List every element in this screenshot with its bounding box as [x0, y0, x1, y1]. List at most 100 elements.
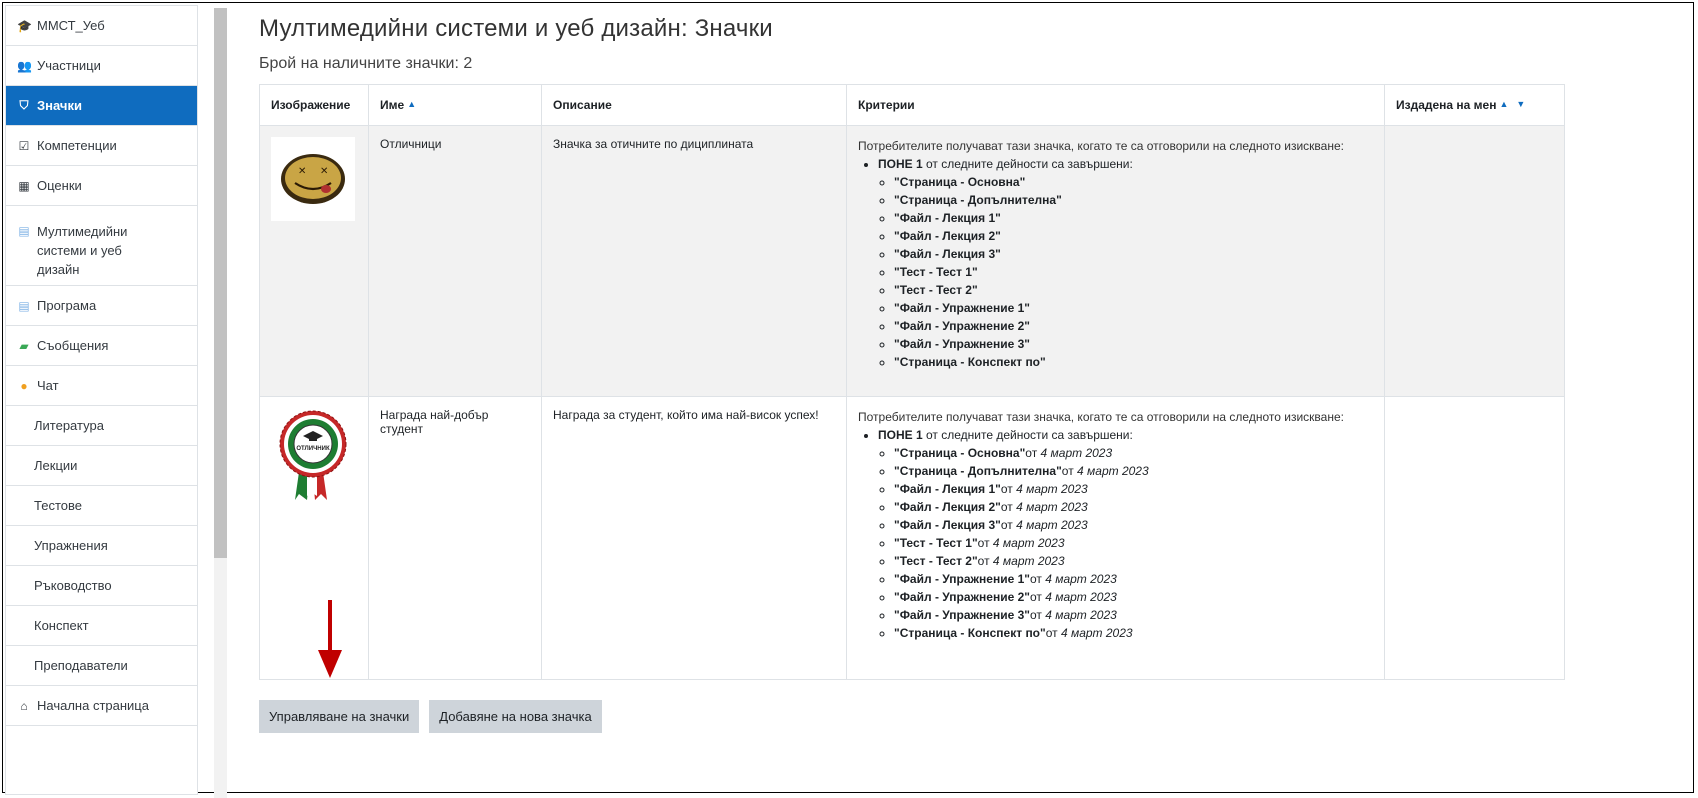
badge-name[interactable]: Награда най-добър студент: [368, 396, 542, 680]
activity-name: "Страница - Допълнителна": [894, 464, 1062, 478]
activity-date-prefix: от: [1000, 482, 1017, 496]
badge-name-link[interactable]: Отличници: [380, 137, 441, 151]
criteria-rule: ПОНЕ 1 от следните дейности са завършени…: [878, 155, 1373, 371]
sidebar-item-label: Оценки: [37, 178, 82, 193]
sidebar-item-announcements[interactable]: ▰ Съобщения: [6, 326, 197, 366]
activity-date-prefix: от: [1029, 572, 1046, 586]
shield-icon: ⛉: [19, 98, 29, 112]
page-title: Мултимедийни системи и уеб дизайн: Значк…: [259, 15, 773, 42]
activity-item: "Файл - Лекция 2": [894, 227, 1373, 245]
activity-item: "Страница - Конспект по": [894, 353, 1373, 371]
sidebar-item-exercises[interactable]: Упражнения: [6, 526, 197, 566]
activity-item: "Страница - Основна"от 4 март 2023: [894, 444, 1373, 462]
activity-name: "Тест - Тест 2": [894, 554, 978, 568]
activity-date-prefix: от: [1000, 518, 1017, 532]
sidebar-item-chat[interactable]: ● Чат: [6, 366, 197, 406]
svg-text:✕: ✕: [320, 166, 328, 177]
column-header-label[interactable]: Издадена на мен: [1396, 98, 1496, 112]
smiley-badge-image[interactable]: ✕ ✕: [271, 137, 355, 221]
activity-name: "Страница - Допълнителна": [894, 193, 1062, 207]
manage-badges-button[interactable]: Управляване на значки: [259, 700, 420, 733]
activity-item: "Файл - Лекция 1": [894, 209, 1373, 227]
activity-item: "Файл - Упражнение 1"от 4 март 2023: [894, 570, 1373, 588]
scrollbar-thumb[interactable]: [214, 8, 227, 558]
sidebar-item-guide[interactable]: Ръководство: [6, 566, 197, 606]
activity-date: 4 март 2023: [992, 536, 1065, 550]
column-header-name[interactable]: Име ▲: [368, 84, 542, 126]
activity-item: "Страница - Допълнителна"от 4 март 2023: [894, 462, 1373, 480]
sidebar-item-tests[interactable]: Тестове: [6, 486, 197, 526]
table-header-row: Изображение Име ▲ Описание Критерии Издад…: [259, 84, 1565, 126]
sidebar-item-label: Литература: [34, 418, 104, 433]
activity-date: 4 март 2023: [1045, 590, 1117, 604]
activity-item: "Страница - Основна": [894, 173, 1373, 191]
activity-item: "Тест - Тест 2": [894, 281, 1373, 299]
badge-description-text: Значка за отичните по дициплината: [553, 137, 754, 151]
activity-date: 4 март 2023: [1045, 572, 1117, 586]
activity-name: "Файл - Лекция 2": [894, 229, 1001, 243]
sidebar-item-label: Конспект: [34, 618, 89, 633]
activity-date-prefix: от: [1029, 608, 1046, 622]
badge-name-link[interactable]: Награда най-добър студент: [380, 408, 488, 436]
activity-name: "Файл - Лекция 2": [894, 500, 1001, 514]
activity-name: "Файл - Лекция 1": [894, 482, 1001, 496]
sidebar-item-label: Лекции: [34, 458, 78, 473]
sidebar-item-label: Начална страница: [37, 698, 149, 713]
activity-item: "Файл - Упражнение 1": [894, 299, 1373, 317]
activity-date-prefix: от: [977, 536, 993, 550]
sidebar-item-home[interactable]: ⌂ Начална страница: [6, 686, 197, 726]
activity-date-prefix: от: [1029, 590, 1046, 604]
activity-name: "Файл - Упражнение 1": [894, 301, 1030, 315]
sidebar-item-label: Значки: [37, 98, 82, 113]
sidebar-item-badges[interactable]: ⛉ Значки: [6, 86, 197, 126]
folder-icon: ▤: [18, 298, 30, 313]
activity-item: "Файл - Лекция 2"от 4 март 2023: [894, 498, 1373, 516]
sidebar-item-synopsis[interactable]: Конспект: [6, 606, 197, 646]
add-badge-button[interactable]: Добавяне на нова значка: [429, 700, 602, 733]
criteria-rule-bold: ПОНЕ 1: [878, 157, 923, 171]
sidebar-item-participants[interactable]: 👥 Участници: [6, 46, 197, 86]
activity-date-prefix: от: [1000, 500, 1017, 514]
sidebar-item-label: Програма: [37, 298, 97, 313]
rosette-badge-text: ОТЛИЧНИК: [296, 446, 330, 452]
criteria-intro: Потребителите получават тази значка, ког…: [858, 139, 1344, 153]
checkbox-icon: ☑: [18, 138, 30, 153]
sort-asc-icon[interactable]: ▲: [1499, 99, 1508, 109]
sidebar-item-course[interactable]: 🎓 ММСТ_Уеб: [6, 6, 197, 46]
sidebar-item-teachers[interactable]: Преподаватели: [6, 646, 197, 686]
sidebar-item-label: Ръководство: [34, 578, 112, 593]
activity-item: "Файл - Лекция 3"от 4 март 2023: [894, 516, 1373, 534]
column-header-label: Критерии: [858, 98, 915, 112]
sidebar-item-lectures[interactable]: Лекции: [6, 446, 197, 486]
sidebar-item-grades[interactable]: ▦ Оценки: [6, 166, 197, 206]
sidebar-item-literature[interactable]: Литература: [6, 406, 197, 446]
badge-criteria: Потребителите получават тази значка, ког…: [846, 125, 1385, 397]
activity-item: "Страница - Допълнителна": [894, 191, 1373, 209]
badge-name[interactable]: Отличници: [368, 125, 542, 397]
column-header-issued[interactable]: Издадена на мен ▲ ▼: [1384, 84, 1565, 126]
column-header-label[interactable]: Име: [380, 98, 404, 112]
activity-date-prefix: от: [977, 554, 993, 568]
sidebar-scrollbar[interactable]: [214, 8, 227, 798]
badge-actions: Управляване на значки Добавяне на нова з…: [259, 700, 602, 733]
rosette-badge-image[interactable]: ОТЛИЧНИК: [271, 408, 355, 504]
red-arrow-annotation: [318, 600, 342, 678]
sidebar-item-label: Участници: [37, 58, 101, 73]
activity-item: "Тест - Тест 1"от 4 март 2023: [894, 534, 1373, 552]
sort-desc-icon[interactable]: ▼: [1516, 99, 1525, 109]
activity-date: 4 март 2023: [1016, 482, 1088, 496]
chat-icon: ●: [20, 378, 28, 393]
sidebar-item-course-section[interactable]: ▤ Мултимедийни системи и уеб дизайн: [6, 206, 197, 286]
main-content: Мултимедийни системи и уеб дизайн: Значк…: [259, 15, 1565, 680]
course-navigation-drawer: 🎓 ММСТ_Уеб 👥 Участници ⛉ Значки ☑ Компет…: [5, 5, 198, 795]
sidebar-item-program[interactable]: ▤ Програма: [6, 286, 197, 326]
sort-asc-icon[interactable]: ▲: [407, 99, 416, 109]
column-header-label: Изображение: [271, 98, 351, 112]
badge-criteria: Потребителите получават тази значка, ког…: [846, 396, 1385, 680]
activity-item: "Файл - Упражнение 3": [894, 335, 1373, 353]
activity-item: "Тест - Тест 1": [894, 263, 1373, 281]
sidebar-item-label: Чат: [37, 378, 59, 393]
sidebar-item-label: Мултимедийни системи и уеб дизайн: [37, 224, 128, 277]
activity-name: "Файл - Упражнение 2": [894, 590, 1030, 604]
sidebar-item-competencies[interactable]: ☑ Компетенции: [6, 126, 197, 166]
